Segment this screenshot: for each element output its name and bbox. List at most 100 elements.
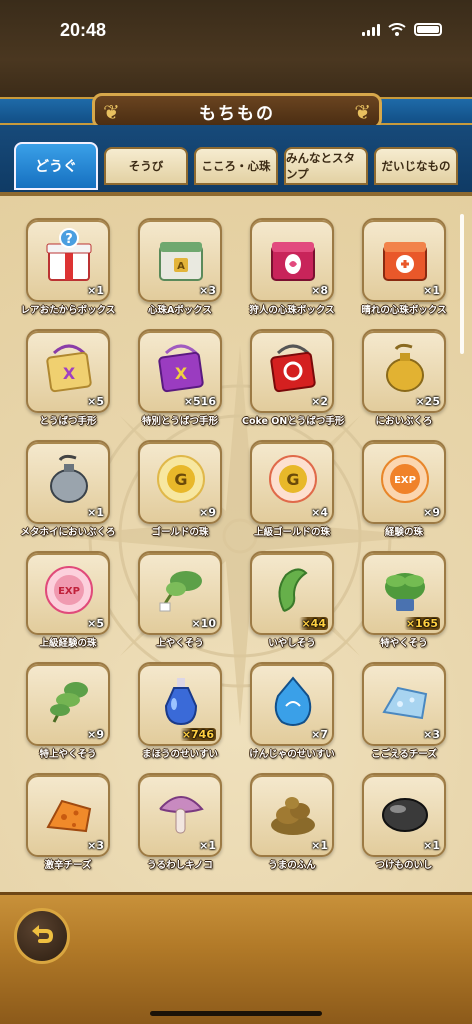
item-card[interactable]: EXP ×5 bbox=[26, 551, 110, 635]
item-card[interactable]: ×7 bbox=[250, 662, 334, 746]
item-card[interactable]: ×1 bbox=[138, 773, 222, 857]
right-flourish-icon: ❦ bbox=[354, 100, 371, 124]
item-name: 上級ゴールドの珠 bbox=[253, 527, 330, 538]
item-slot[interactable]: X ×5 とうばつ手形 bbox=[26, 329, 110, 439]
item-count: ×3 bbox=[87, 839, 104, 852]
tab-stamp[interactable]: みんなとスタンプ bbox=[284, 147, 368, 185]
item-card[interactable]: ×1 bbox=[362, 218, 446, 302]
svg-text:X: X bbox=[63, 364, 76, 383]
item-slot[interactable]: ×44 いやしそう bbox=[250, 551, 334, 661]
item-count: ×1 bbox=[311, 839, 328, 852]
item-slot[interactable]: ×746 まほうのせいすい bbox=[138, 662, 222, 772]
tab-kokoro[interactable]: こころ・心珠 bbox=[194, 147, 278, 185]
item-card[interactable]: X ×5 bbox=[26, 329, 110, 413]
item-count: ×9 bbox=[199, 506, 216, 519]
healing-herb-icon bbox=[264, 561, 322, 619]
status-icons bbox=[362, 23, 442, 36]
item-card[interactable]: ×746 bbox=[138, 662, 222, 746]
svg-text:G: G bbox=[174, 470, 187, 489]
item-card[interactable]: X ×516 bbox=[138, 329, 222, 413]
item-slot[interactable]: ×9 特上やくそう bbox=[26, 662, 110, 772]
item-name: まほうのせいすい bbox=[141, 749, 218, 760]
item-slot[interactable]: X ×516 特別とうばつ手形 bbox=[138, 329, 222, 439]
item-slot[interactable]: ×1 メタホイにおいぶくろ bbox=[20, 440, 116, 550]
item-card[interactable]: ×1 bbox=[250, 773, 334, 857]
item-slot[interactable]: ×1 晴れの心珠ボックス bbox=[361, 218, 447, 328]
svg-text:A: A bbox=[177, 261, 185, 272]
item-slot[interactable]: ×1 うるわしキノコ bbox=[138, 773, 222, 883]
item-slot[interactable]: ×8 狩人の心珠ボックス bbox=[249, 218, 335, 328]
item-card[interactable]: EXP ×9 bbox=[362, 440, 446, 524]
item-slot[interactable]: ×3 激辛チーズ bbox=[26, 773, 110, 883]
item-name: うるわしキノコ bbox=[147, 860, 213, 871]
exp-orb-icon: EXP bbox=[376, 450, 434, 508]
item-count: ×1 bbox=[423, 839, 440, 852]
item-slot[interactable]: ×25 においぶくろ bbox=[362, 329, 446, 439]
item-card[interactable]: G ×9 bbox=[138, 440, 222, 524]
item-count: ×3 bbox=[199, 284, 216, 297]
item-name: 特やくそう bbox=[380, 638, 428, 649]
item-slot[interactable]: ×3 こごえるチーズ bbox=[362, 662, 446, 772]
item-name: いやしそう bbox=[268, 638, 316, 649]
high-herb-icon bbox=[152, 561, 210, 619]
item-count: ×2 bbox=[311, 395, 328, 408]
item-slot[interactable]: EXP ×5 上級経験の珠 bbox=[26, 551, 110, 661]
item-name: 心珠Aボックス bbox=[147, 305, 213, 316]
item-slot[interactable]: ×10 上やくそう bbox=[138, 551, 222, 661]
item-card[interactable]: ? ×1 bbox=[26, 218, 110, 302]
item-slot[interactable]: EXP ×9 経験の珠 bbox=[362, 440, 446, 550]
item-slot[interactable]: ? ×1 レアおたからボックス bbox=[21, 218, 115, 328]
item-card[interactable]: ×10 bbox=[138, 551, 222, 635]
item-name: 上級経験の珠 bbox=[39, 638, 97, 649]
metal-scent-bag-icon bbox=[40, 450, 98, 508]
item-count: ×9 bbox=[87, 728, 104, 741]
item-name: 狩人の心珠ボックス bbox=[249, 305, 335, 316]
item-card[interactable]: G ×4 bbox=[250, 440, 334, 524]
item-count: ×165 bbox=[403, 617, 440, 630]
item-slot[interactable]: ×1 つけものいし bbox=[362, 773, 446, 883]
item-slot[interactable]: ×165 特やくそう bbox=[362, 551, 446, 661]
item-count: ×1 bbox=[423, 284, 440, 297]
item-card[interactable]: ×3 bbox=[362, 662, 446, 746]
special-subjugation-pass-icon: X bbox=[152, 339, 210, 397]
item-slot[interactable]: ×2 Coke ONとうばつ手形 bbox=[242, 329, 344, 439]
item-card[interactable]: ×1 bbox=[26, 440, 110, 524]
svg-text:X: X bbox=[175, 364, 188, 383]
svg-text:EXP: EXP bbox=[394, 475, 416, 486]
item-card[interactable]: ×9 bbox=[26, 662, 110, 746]
item-slot[interactable]: A ×3 心珠Aボックス bbox=[138, 218, 222, 328]
tab-soubi[interactable]: そうび bbox=[104, 147, 188, 185]
item-card[interactable]: ×8 bbox=[250, 218, 334, 302]
item-card[interactable]: ×2 bbox=[250, 329, 334, 413]
gift-box-icon: ? bbox=[40, 228, 98, 286]
sage-water-icon bbox=[264, 672, 322, 730]
coke-on-pass-icon bbox=[264, 339, 322, 397]
item-card[interactable]: ×44 bbox=[250, 551, 334, 635]
item-slot[interactable]: G ×4 上級ゴールドの珠 bbox=[250, 440, 334, 550]
item-card[interactable]: ×25 bbox=[362, 329, 446, 413]
back-button[interactable] bbox=[14, 908, 70, 964]
item-slot[interactable]: ×7 けんじゃのせいすい bbox=[249, 662, 335, 772]
item-count: ×44 bbox=[299, 617, 328, 630]
item-slot[interactable]: G ×9 ゴールドの珠 bbox=[138, 440, 222, 550]
svg-text:EXP: EXP bbox=[58, 586, 80, 597]
tab-daiji[interactable]: だいじなもの bbox=[374, 147, 458, 185]
item-count: ×5 bbox=[87, 617, 104, 630]
item-card[interactable]: ×165 bbox=[362, 551, 446, 635]
item-count: ×4 bbox=[311, 506, 328, 519]
item-name: つけものいし bbox=[375, 860, 433, 871]
back-arrow-icon bbox=[32, 925, 54, 943]
item-card[interactable]: ×3 bbox=[26, 773, 110, 857]
item-name: レアおたからボックス bbox=[20, 305, 116, 316]
item-card[interactable]: A ×3 bbox=[138, 218, 222, 302]
sunny-heart-gem-box-icon bbox=[376, 228, 434, 286]
item-name: 晴れの心珠ボックス bbox=[361, 305, 447, 316]
tab-dougu[interactable]: どうぐ bbox=[14, 142, 98, 190]
item-count: ×25 bbox=[415, 395, 440, 408]
item-panel[interactable]: ? ×1 レアおたからボックス A ×3 心珠Aボックス ×8 狩人の心珠ボックス ×1 晴れの心… bbox=[0, 192, 472, 892]
item-card[interactable]: ×1 bbox=[362, 773, 446, 857]
item-count: ×1 bbox=[199, 839, 216, 852]
bottom-bar bbox=[0, 892, 472, 1024]
item-slot[interactable]: ×1 うまのふん bbox=[250, 773, 334, 883]
item-count: ×746 bbox=[179, 728, 216, 741]
